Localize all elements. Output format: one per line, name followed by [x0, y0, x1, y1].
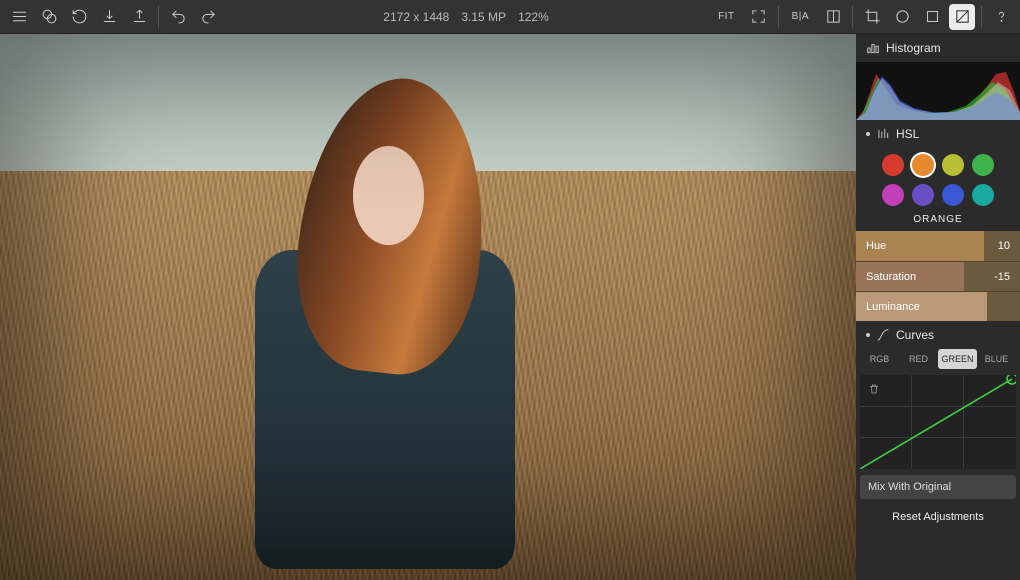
hue-value: 10	[998, 240, 1010, 252]
download-icon[interactable]	[96, 4, 122, 30]
bullet-icon	[866, 333, 870, 337]
saturation-slider[interactable]: Saturation -15	[856, 261, 1020, 291]
split-compare-icon[interactable]	[820, 4, 846, 30]
hsl-header[interactable]: HSL	[856, 120, 1020, 148]
square-tool-icon[interactable]	[919, 4, 945, 30]
top-toolbar: 2172 x 1448 3.15 MP 122% FIT B|A	[0, 0, 1020, 34]
tab-green[interactable]: GREEN	[938, 349, 977, 369]
fit-button[interactable]: FIT	[711, 4, 742, 30]
toolbar-divider	[158, 6, 159, 28]
layers-icon[interactable]	[36, 4, 62, 30]
hsl-selected-color: ORANGE	[856, 214, 1020, 231]
toolbar-divider	[778, 6, 779, 28]
photo	[0, 34, 856, 580]
curves-header[interactable]: Curves	[856, 321, 1020, 349]
curves-title: Curves	[896, 328, 934, 342]
hue-slider[interactable]: Hue 10	[856, 231, 1020, 261]
curves-editor[interactable]	[860, 375, 1016, 469]
histogram-title: Histogram	[886, 41, 941, 55]
before-after-button[interactable]: B|A	[785, 4, 816, 30]
luminance-label: Luminance	[866, 301, 920, 313]
toolbar-divider	[981, 6, 982, 28]
share-icon[interactable]	[126, 4, 152, 30]
swatch-red[interactable]	[882, 154, 904, 176]
bullet-icon	[866, 132, 870, 136]
saturation-value: -15	[994, 271, 1010, 283]
swatch-orange[interactable]	[912, 154, 934, 176]
adjustments-sidebar: Histogram HSL ORANGE	[856, 34, 1020, 580]
luminance-slider[interactable]: Luminance	[856, 291, 1020, 321]
swatch-yellow[interactable]	[942, 154, 964, 176]
help-icon[interactable]	[988, 4, 1014, 30]
swatch-aqua[interactable]	[972, 184, 994, 206]
hue-label: Hue	[866, 240, 886, 252]
crop-icon[interactable]	[859, 4, 885, 30]
swatch-purple[interactable]	[912, 184, 934, 206]
mix-with-original-button[interactable]: Mix With Original	[860, 475, 1016, 499]
histogram-header[interactable]: Histogram	[856, 34, 1020, 62]
tab-blue[interactable]: BLUE	[977, 349, 1016, 369]
tab-red[interactable]: RED	[899, 349, 938, 369]
history-icon[interactable]	[66, 4, 92, 30]
reset-adjustments-button[interactable]: Reset Adjustments	[856, 501, 1020, 531]
circle-tool-icon[interactable]	[889, 4, 915, 30]
curves-channel-tabs: RGB RED GREEN BLUE	[856, 349, 1020, 369]
swatch-magenta[interactable]	[882, 184, 904, 206]
image-dimensions: 2172 x 1448	[383, 10, 449, 24]
canvas[interactable]	[0, 34, 856, 580]
redo-icon[interactable]	[195, 4, 221, 30]
tab-rgb[interactable]: RGB	[860, 349, 899, 369]
saturation-label: Saturation	[866, 271, 916, 283]
image-info: 2172 x 1448 3.15 MP 122%	[225, 10, 707, 24]
image-zoom: 122%	[518, 10, 549, 24]
swatch-blue[interactable]	[942, 184, 964, 206]
toolbar-divider	[852, 6, 853, 28]
hsl-title: HSL	[896, 127, 919, 141]
hsl-color-swatches	[856, 148, 1020, 214]
menu-icon[interactable]	[6, 4, 32, 30]
fullscreen-icon[interactable]	[746, 4, 772, 30]
adjustments-icon[interactable]	[949, 4, 975, 30]
swatch-green[interactable]	[972, 154, 994, 176]
image-megapixels: 3.15 MP	[461, 10, 506, 24]
histogram-graph	[856, 62, 1020, 120]
undo-icon[interactable]	[165, 4, 191, 30]
